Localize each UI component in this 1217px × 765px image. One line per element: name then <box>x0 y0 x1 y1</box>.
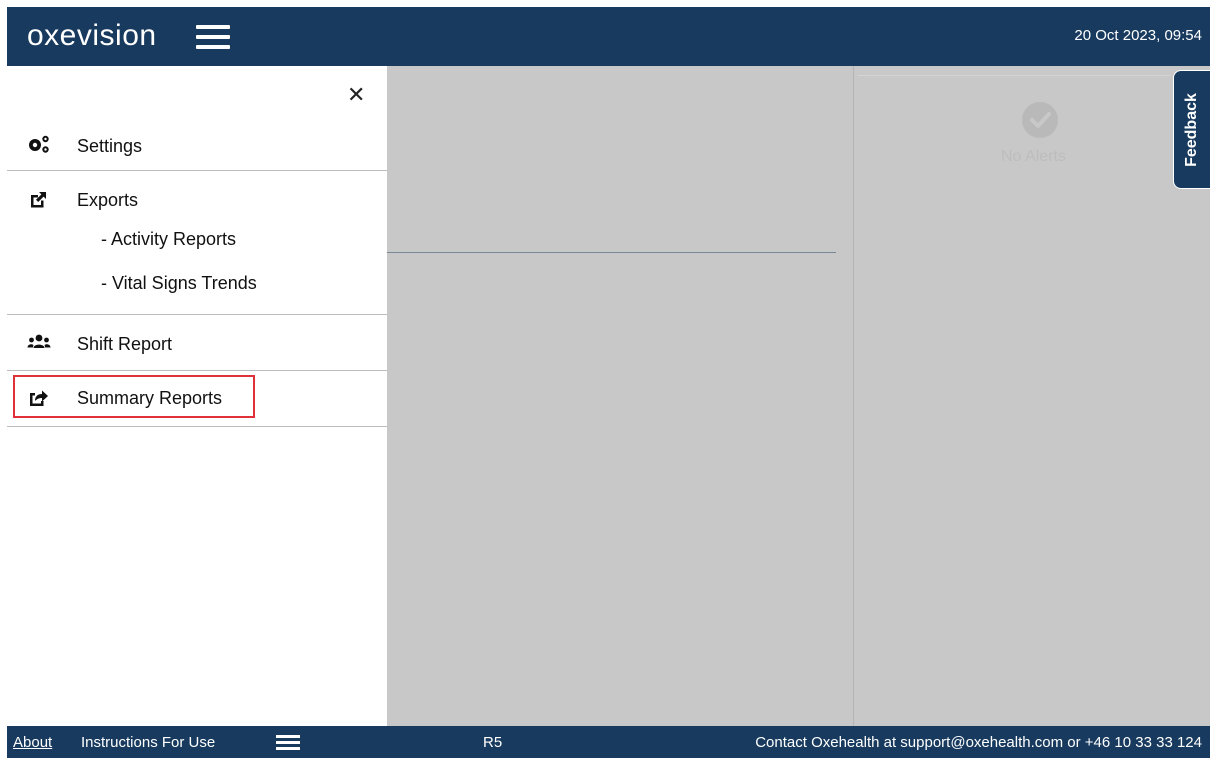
gears-icon <box>27 133 49 155</box>
menu-item-settings[interactable]: Settings <box>7 128 387 168</box>
menu-divider <box>7 314 387 315</box>
menu-item-shift-report[interactable]: Shift Report <box>7 326 387 366</box>
settings-label: Settings <box>77 136 143 156</box>
close-icon[interactable]: ✕ <box>347 84 365 106</box>
content-divider-line <box>387 252 836 253</box>
exports-label: Exports <box>77 190 139 210</box>
menu-divider <box>7 426 387 427</box>
no-alerts-text: No Alerts <box>1001 148 1066 165</box>
vital-signs-trends-link[interactable]: - Vital Signs Trends <box>101 273 257 294</box>
menu-icon[interactable] <box>276 735 300 751</box>
menu-item-exports[interactable]: Exports <box>7 184 387 224</box>
external-link-icon <box>27 189 49 211</box>
app-window: oxevision 20 Oct 2023, 09:54 No Alerts F… <box>7 7 1210 758</box>
column-divider <box>853 66 854 726</box>
navigation-drawer: ✕ Settings Exports - Activity Reports - … <box>7 66 387 726</box>
top-bar: oxevision 20 Oct 2023, 09:54 <box>7 7 1210 66</box>
menu-divider <box>7 170 387 171</box>
users-icon <box>27 332 51 354</box>
oxevision-logo: oxevision <box>27 19 157 52</box>
shift-report-label: Shift Report <box>77 334 173 354</box>
instructions-for-use-link[interactable]: Instructions For Use <box>81 734 215 751</box>
alerts-panel-top-line <box>858 75 1170 76</box>
version-label: R5 <box>483 734 503 751</box>
contact-info: Contact Oxehealth at support@oxehealth.c… <box>755 734 1202 751</box>
summary-reports-highlight <box>13 375 255 418</box>
feedback-tab[interactable]: Feedback <box>1173 70 1210 189</box>
date-time: 20 Oct 2023, 09:54 <box>1074 27 1202 44</box>
about-link[interactable]: About <box>13 734 52 751</box>
activity-reports-link[interactable]: - Activity Reports <box>101 229 236 250</box>
check-circle-icon <box>1022 102 1058 138</box>
menu-divider <box>7 370 387 371</box>
footer-bar: About Instructions For Use R5 Contact Ox… <box>7 726 1210 758</box>
hamburger-menu-icon[interactable] <box>196 25 230 49</box>
feedback-label: Feedback <box>1183 92 1200 167</box>
